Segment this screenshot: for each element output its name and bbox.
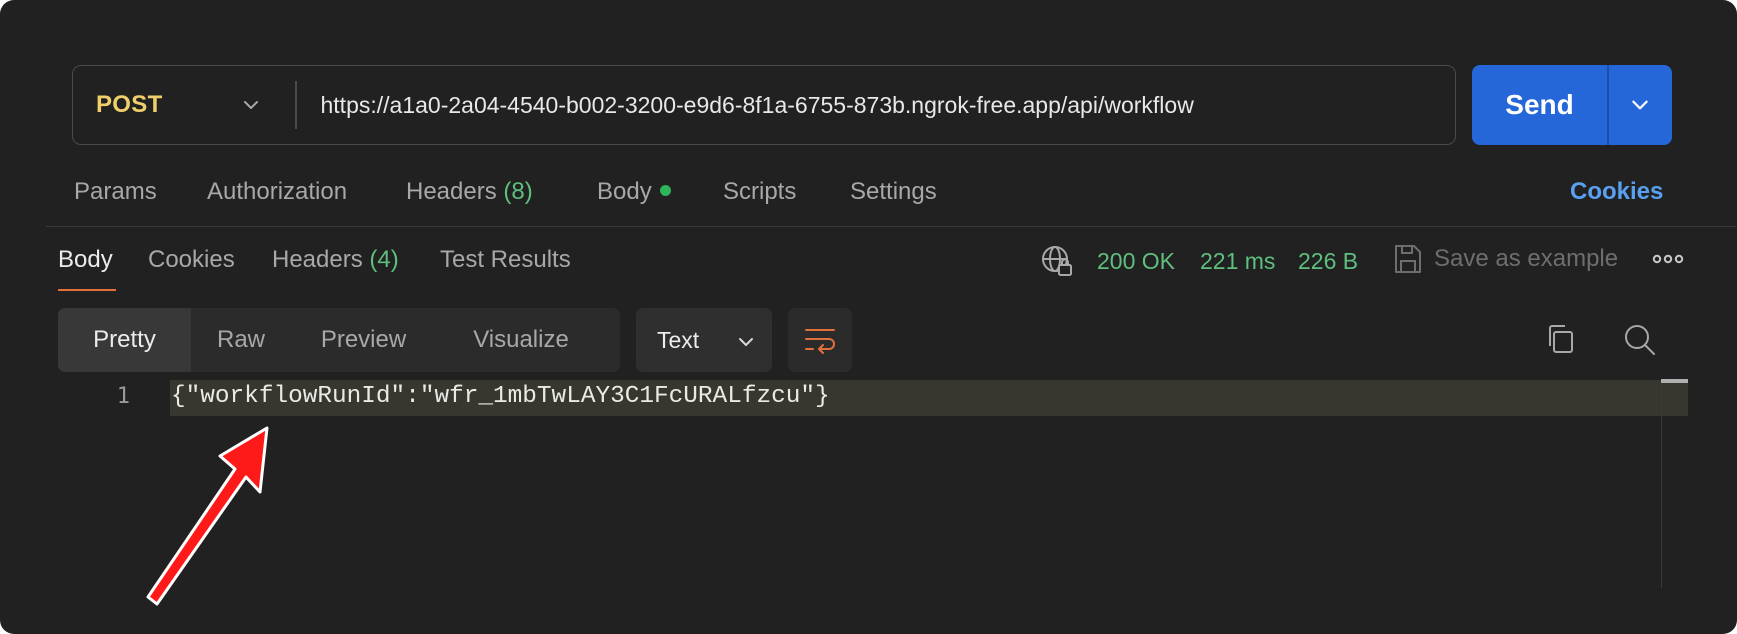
chevron-down-icon xyxy=(1632,100,1648,110)
method-select[interactable]: POST xyxy=(73,66,295,144)
tab-params[interactable]: Params xyxy=(74,178,157,206)
tab-body[interactable]: Body xyxy=(597,178,671,206)
response-tab-headers[interactable]: Headers (4) xyxy=(272,246,399,274)
tab-label: Headers xyxy=(272,246,363,273)
tab-label: Test Results xyxy=(440,246,571,273)
send-options-button[interactable] xyxy=(1609,65,1673,145)
copy-icon[interactable] xyxy=(1544,322,1578,358)
tab-label: Body xyxy=(597,178,652,205)
url-divider xyxy=(295,81,297,129)
modified-dot xyxy=(659,185,671,197)
response-tab-cookies[interactable]: Cookies xyxy=(148,246,235,274)
tab-label: Cookies xyxy=(148,246,235,273)
tab-label: Settings xyxy=(850,178,937,205)
section-divider xyxy=(46,226,1736,227)
headers-count: (8) xyxy=(503,178,533,205)
search-icon[interactable] xyxy=(1622,322,1658,358)
tab-scripts[interactable]: Scripts xyxy=(723,178,796,206)
active-tab-underline xyxy=(58,289,116,291)
tab-label: Scripts xyxy=(723,178,797,205)
chevron-down-icon xyxy=(244,101,258,109)
response-size[interactable]: 226 B xyxy=(1298,248,1358,275)
wrap-lines-button[interactable] xyxy=(788,308,852,372)
tab-label: Params xyxy=(74,178,157,205)
url-input[interactable]: https://a1a0-2a04-4540-b002-3200-e9d6-8f… xyxy=(321,92,1194,119)
more-horizontal-icon[interactable] xyxy=(1652,252,1684,266)
editor-scrollbar-thumb[interactable] xyxy=(1661,379,1688,383)
line-number: 1 xyxy=(116,384,130,409)
tab-headers[interactable]: Headers (8) xyxy=(406,178,533,206)
annotation-arrow xyxy=(146,426,269,606)
postman-window: POST https://a1a0-2a04-4540-b002-3200-e9… xyxy=(0,0,1737,634)
response-tab-test-results[interactable]: Test Results xyxy=(440,246,571,274)
response-tab-body[interactable]: Body xyxy=(58,246,113,274)
format-select[interactable]: Text xyxy=(636,308,772,372)
send-button[interactable]: Send xyxy=(1472,65,1607,145)
request-url-bar: POST https://a1a0-2a04-4540-b002-3200-e9… xyxy=(72,65,1456,145)
save-icon xyxy=(1395,245,1421,273)
view-mode-group: Pretty Raw Preview Visualize xyxy=(58,308,620,372)
save-as-example-button[interactable]: Save as example xyxy=(1434,245,1618,273)
chevron-down-icon xyxy=(739,338,753,346)
response-body-line[interactable]: {"workflowRunId":"wfr_1mbTwLAY3C1FcURALf… xyxy=(171,383,830,410)
view-pretty[interactable]: Pretty xyxy=(58,308,191,372)
globe-lock-icon[interactable] xyxy=(1040,244,1074,278)
tab-authorization[interactable]: Authorization xyxy=(207,178,347,206)
cookies-link[interactable]: Cookies xyxy=(1570,178,1663,206)
view-visualize[interactable]: Visualize xyxy=(436,308,606,372)
tab-settings[interactable]: Settings xyxy=(850,178,937,206)
format-label: Text xyxy=(657,326,700,353)
editor-scrollbar-track[interactable] xyxy=(1661,380,1662,588)
view-raw[interactable]: Raw xyxy=(191,308,291,372)
wrap-lines-icon xyxy=(805,329,835,354)
view-preview[interactable]: Preview xyxy=(291,308,436,372)
tab-label: Headers xyxy=(406,178,497,205)
status-code[interactable]: 200 OK xyxy=(1097,248,1175,275)
tab-label: Body xyxy=(58,246,113,273)
tab-label: Authorization xyxy=(207,178,348,205)
response-time[interactable]: 221 ms xyxy=(1200,248,1275,275)
send-button-group: Send xyxy=(1472,65,1672,145)
method-label: POST xyxy=(96,91,163,118)
headers-count: (4) xyxy=(369,246,399,273)
